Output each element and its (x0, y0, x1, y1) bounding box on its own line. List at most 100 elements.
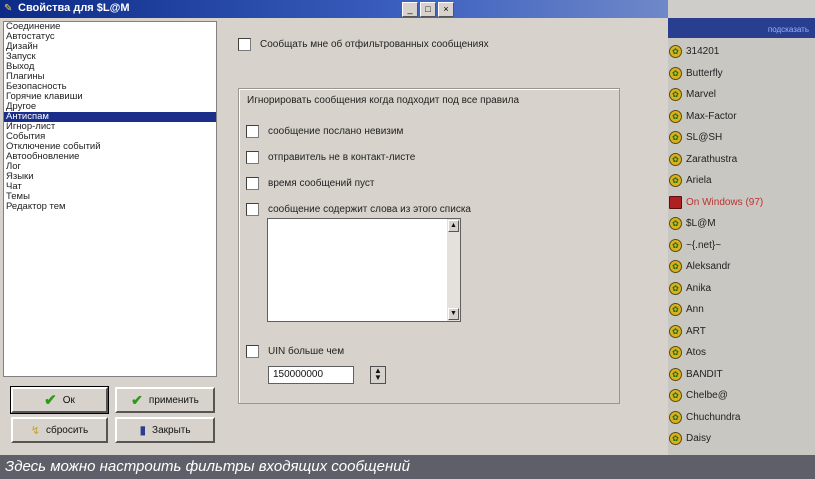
contact-item[interactable]: ✿ Ann (669, 300, 704, 319)
menu-item[interactable]: Редактор тем (4, 202, 216, 212)
contact-name: Marvel (686, 89, 717, 100)
apply-button[interactable]: ✔ применить (115, 387, 215, 413)
contact-name: Butterfly (686, 67, 723, 79)
contact-list-header: подсказать (668, 18, 815, 38)
online-flower-icon: ✿ (669, 432, 682, 445)
menu-item[interactable]: Языки (4, 172, 216, 182)
word-list-scrollbar[interactable]: ▲ ▼ (447, 219, 460, 321)
online-flower-icon: ✿ (669, 303, 682, 316)
contact-item[interactable]: ✿ BANDIT (669, 365, 723, 384)
minimize-button[interactable]: _ (402, 2, 418, 17)
settings-category-list[interactable]: Соединение Автостатус Дизайн Запуск Выход Пла… (3, 21, 217, 377)
rule-checkbox[interactable] (246, 177, 259, 190)
contact-name: Atos (686, 347, 707, 358)
reset-icon: ↯ (30, 424, 40, 437)
online-flower-icon: ✿ (669, 66, 682, 80)
scroll-down-icon[interactable]: ▼ (448, 308, 459, 320)
online-flower-icon: ✿ (669, 109, 682, 123)
contact-name: Max-Factor (686, 110, 737, 122)
contact-item[interactable]: ✿ Ariela (669, 171, 712, 190)
online-flower-icon: ✿ (669, 346, 682, 359)
contact-list-titlebar (668, 0, 815, 18)
contact-item[interactable]: ✿ ~{.net}~ (669, 236, 721, 255)
online-flower-icon: ✿ (669, 217, 682, 230)
scroll-up-icon[interactable]: ▲ (448, 220, 459, 232)
online-flower-icon: ✿ (669, 131, 682, 144)
contact-item[interactable]: ✿ SL@SH (669, 128, 722, 147)
contact-name: Chuchundra (686, 411, 741, 423)
contact-item[interactable]: ✿ 314201 (669, 42, 719, 61)
online-flower-icon: ✿ (669, 324, 682, 338)
online-flower-icon: ✿ (669, 45, 682, 58)
online-flower-icon: ✿ (669, 260, 682, 273)
contact-item[interactable]: ✿ Atos (669, 343, 706, 362)
rule-option[interactable]: сообщение послано невизим (246, 125, 403, 138)
rule-option[interactable]: отправитель не в контакт-листе (246, 151, 415, 164)
contact-name: 314201 (686, 46, 720, 57)
uin-value-input[interactable]: 150000000 (268, 366, 354, 384)
online-flower-icon: ✿ (669, 88, 682, 101)
window-title: Свойства для $L@M (18, 2, 130, 14)
checkmark-icon: ✔ (44, 392, 57, 409)
contact-name: SL@SH (686, 132, 723, 143)
online-flower-icon: ✿ (669, 281, 682, 295)
online-flower-icon: ✿ (669, 174, 682, 187)
contact-name: BANDIT (686, 368, 723, 380)
screenshot-caption: Здесь можно настроить фильтры входящих с… (0, 455, 815, 479)
rule-option[interactable]: сообщение содержит слова из этого списка (246, 203, 471, 216)
contact-name: Ann (686, 304, 704, 315)
contact-item[interactable]: ✿ Chelbe@ (669, 386, 728, 405)
rule-option[interactable]: время сообщений пуст (246, 177, 375, 190)
contact-name: Anika (686, 282, 712, 294)
maximize-button[interactable]: □ (420, 2, 436, 17)
close-button[interactable]: × (438, 2, 454, 17)
uin-greater-option[interactable]: UIN больше чем (246, 345, 344, 358)
ignore-rules-title: Игнорировать сообщения когда подходит по… (247, 95, 520, 106)
contact-item[interactable]: ✿ ART (669, 322, 706, 341)
notify-filtered-option[interactable]: Сообщать мне об отфильтрованных сообщени… (238, 38, 489, 51)
uin-greater-checkbox[interactable] (246, 345, 259, 358)
contact-item[interactable]: ✿ Marvel (669, 85, 716, 104)
rule-checkbox[interactable] (246, 203, 259, 216)
online-flower-icon: ✿ (669, 389, 682, 402)
reset-button[interactable]: ↯ сбросить (11, 417, 108, 443)
contact-item[interactable]: ✿ Daisy (669, 429, 711, 448)
menu-item[interactable]: Чат (4, 182, 216, 192)
door-icon: ▮ (139, 423, 147, 437)
contact-name: Chelbe@ (686, 390, 728, 401)
contact-name: ~{.net}~ (686, 239, 722, 251)
online-flower-icon: ✿ (669, 238, 682, 252)
contact-name: ART (686, 325, 706, 337)
contact-item[interactable]: On Windows (97) (669, 193, 763, 212)
contact-name: Daisy (686, 433, 712, 444)
rule-checkbox[interactable] (246, 125, 259, 138)
notify-filtered-checkbox[interactable] (238, 38, 251, 51)
menu-item[interactable]: Автообновление (4, 152, 216, 162)
checkmark-icon: ✔ (131, 391, 143, 408)
menu-item[interactable]: Лог (4, 162, 216, 172)
contact-name: $L@M (686, 218, 716, 229)
close-dialog-button[interactable]: ▮ Закрыть (115, 417, 215, 443)
contact-name: Ariela (686, 175, 712, 186)
contact-item[interactable]: ✿ Zarathustra (669, 150, 737, 169)
ok-button[interactable]: ✔ Ок (10, 386, 109, 414)
word-list-textarea[interactable]: ▲ ▼ (267, 218, 461, 322)
contact-item[interactable]: ✿ Aleksandr (669, 257, 730, 276)
contact-list-panel: подсказать ✿ 314201 ✿ Butterfly ✿ Marvel ✿ Max-… (668, 0, 815, 455)
app-icon: ✎ (4, 3, 13, 14)
contact-item[interactable]: ✿ Butterfly (669, 64, 723, 83)
online-flower-icon: ✿ (669, 367, 682, 381)
title-bar[interactable]: ✎ Свойства для $L@M (0, 0, 668, 18)
uin-spinner[interactable]: ▲ ▼ (370, 366, 386, 384)
rule-checkbox[interactable] (246, 151, 259, 164)
contact-item[interactable]: ✿ Anika (669, 279, 711, 298)
menu-item[interactable]: Запуск (4, 52, 216, 62)
settings-window: ✎ Свойства для $L@M _ □ × Соединение Авто… (0, 0, 668, 455)
contact-item[interactable]: ✿ Chuchundra (669, 408, 740, 427)
contact-name: On Windows (97) (686, 196, 764, 208)
contact-name: Aleksandr (686, 261, 731, 272)
contact-item[interactable]: ✿ $L@M (669, 214, 716, 233)
offline-status-icon (669, 195, 682, 209)
contact-item[interactable]: ✿ Max-Factor (669, 107, 737, 126)
online-flower-icon: ✿ (669, 410, 682, 424)
